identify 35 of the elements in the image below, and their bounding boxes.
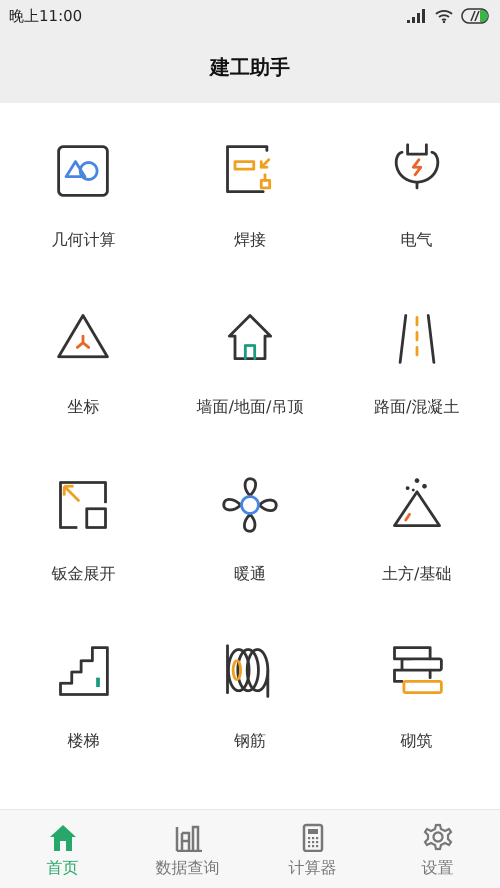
- tool-tile[interactable]: 钣金展开: [0, 475, 167, 642]
- tool-label: 楼梯: [67, 730, 100, 752]
- settings-icon: [422, 822, 452, 852]
- tool-tile[interactable]: 砌筑: [333, 642, 500, 810]
- tool-label: 电气: [400, 229, 433, 252]
- tool-tile[interactable]: 暖通: [166, 475, 334, 642]
- tool-label: 暖通: [234, 563, 266, 586]
- signal-icon: [407, 8, 427, 23]
- app-title: 建工助手: [210, 54, 290, 82]
- tool-label: 土方/基础: [382, 563, 452, 586]
- tool-tile[interactable]: 楼梯: [0, 642, 167, 810]
- battery-icon: [461, 8, 491, 24]
- tool-label: 钢筋: [234, 730, 266, 752]
- fan-icon: [220, 475, 280, 536]
- wifi-icon: [435, 8, 453, 23]
- tool-tile[interactable]: 土方/基础: [333, 475, 500, 642]
- status-time: 晚上11:00: [9, 6, 82, 27]
- tool-label: 路面/混凝土: [374, 396, 460, 418]
- tool-label: 焊接: [234, 229, 266, 252]
- tool-label: 钣金展开: [51, 563, 116, 586]
- nav-tab[interactable]: 数据查询: [125, 810, 250, 888]
- tool-tile[interactable]: 钢筋: [166, 642, 334, 810]
- tool-tile[interactable]: 几何计算: [0, 141, 167, 308]
- tool-label: 砌筑: [400, 730, 433, 752]
- tool-label: 墙面/地面/吊顶: [196, 396, 304, 418]
- tool-label: 坐标: [67, 396, 100, 418]
- tool-label: 几何计算: [51, 229, 116, 252]
- home-icon: [48, 822, 78, 852]
- tool-tile[interactable]: 路面/混凝土: [333, 308, 500, 476]
- nav-tab[interactable]: 计算器: [250, 810, 375, 888]
- tool-tile[interactable]: 墙面/地面/吊顶: [166, 308, 334, 476]
- nav-tab[interactable]: 设置: [375, 810, 500, 888]
- tool-tile[interactable]: 焊接: [166, 141, 334, 308]
- tool-tile[interactable]: 电气: [333, 141, 500, 308]
- tool-tile[interactable]: 坐标: [0, 308, 167, 476]
